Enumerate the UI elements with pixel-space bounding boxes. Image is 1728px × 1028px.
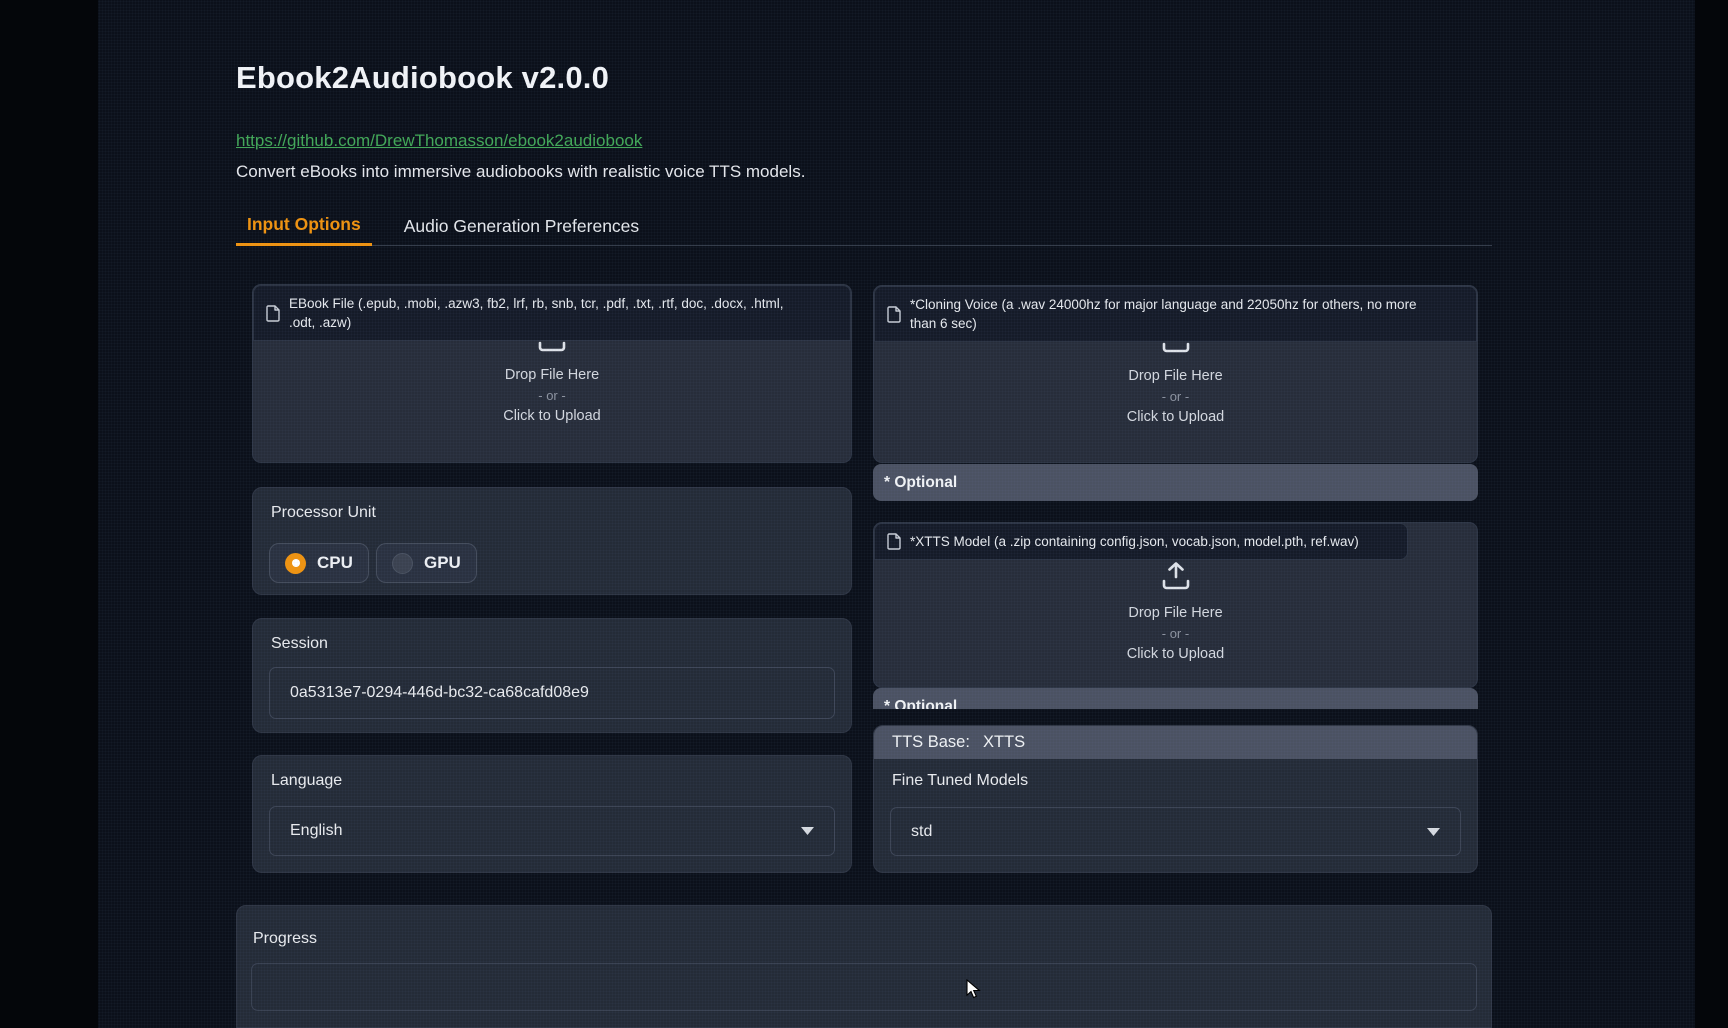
- xtts-drop-zone[interactable]: Drop File Here - or - Click to Upload: [875, 559, 1476, 686]
- language-panel: Language English: [252, 755, 852, 873]
- or-text: - or -: [1162, 389, 1189, 404]
- click-to-upload-text[interactable]: Click to Upload: [1127, 646, 1225, 662]
- language-label: Language: [271, 772, 342, 790]
- chevron-down-icon: [1427, 828, 1440, 836]
- cloning-drop-zone[interactable]: Drop File Here - or - Click to Upload: [875, 341, 1476, 461]
- progress-panel: Progress: [236, 905, 1492, 1028]
- tab-bar: Input Options Audio Generation Preferenc…: [236, 206, 1492, 246]
- xtts-model-label-text: *XTTS Model (a .zip containing config.js…: [910, 532, 1359, 551]
- optional-badge-xtts: * Optional: [873, 688, 1478, 709]
- tab-input-options[interactable]: Input Options: [236, 206, 372, 246]
- tts-base-label: TTS Base:: [892, 733, 970, 752]
- language-dropdown[interactable]: English: [269, 806, 835, 856]
- radio-gpu[interactable]: GPU: [376, 543, 477, 583]
- tts-base-header: TTS Base: XTTS: [874, 726, 1477, 759]
- cloning-voice-label-line1: *Cloning Voice (a .wav 24000hz for major…: [910, 295, 1417, 314]
- xtts-model-label: *XTTS Model (a .zip containing config.js…: [874, 523, 1408, 560]
- file-icon: [887, 306, 901, 323]
- session-input[interactable]: 0a5313e7-0294-446d-bc32-ca68cafd08e9: [269, 667, 835, 719]
- file-icon: [266, 305, 280, 322]
- ebook-file-upload[interactable]: EBook File (.epub, .mobi, .azw3, fb2, lr…: [252, 284, 852, 463]
- upload-icon: [1159, 561, 1193, 596]
- github-link[interactable]: https://github.com/DrewThomasson/ebook2a…: [236, 131, 642, 151]
- session-label: Session: [271, 635, 328, 653]
- processor-unit-label: Processor Unit: [271, 504, 376, 522]
- ebook-drop-zone[interactable]: Drop File Here - or - Click to Upload: [254, 340, 850, 461]
- drop-file-here-text: Drop File Here: [1128, 605, 1222, 621]
- optional-badge-xtts-clipped: * Optional: [873, 688, 1478, 709]
- upload-icon: [535, 340, 569, 358]
- mouse-cursor: [966, 979, 981, 1005]
- ebook-file-label-line1: EBook File (.epub, .mobi, .azw3, fb2, lr…: [289, 294, 783, 313]
- drop-file-here-text: Drop File Here: [1128, 368, 1222, 384]
- optional-badge-cloning: * Optional: [873, 464, 1478, 501]
- radio-cpu[interactable]: CPU: [269, 543, 369, 583]
- file-icon: [887, 533, 901, 550]
- session-panel: Session 0a5313e7-0294-446d-bc32-ca68cafd…: [252, 618, 852, 733]
- app-tagline: Convert eBooks into immersive audiobooks…: [236, 162, 805, 182]
- ebook-file-label: EBook File (.epub, .mobi, .azw3, fb2, lr…: [253, 285, 851, 341]
- or-text: - or -: [1162, 626, 1189, 641]
- cloning-voice-label: *Cloning Voice (a .wav 24000hz for major…: [874, 286, 1477, 342]
- xtts-model-upload[interactable]: *XTTS Model (a .zip containing config.js…: [873, 522, 1478, 688]
- tts-base-value: XTTS: [983, 733, 1025, 752]
- radio-selected-icon: [285, 553, 306, 574]
- upload-icon: [1159, 341, 1193, 359]
- radio-unselected-icon: [392, 553, 413, 574]
- click-to-upload-text[interactable]: Click to Upload: [1127, 409, 1225, 425]
- drop-file-here-text: Drop File Here: [505, 367, 599, 383]
- page-title: Ebook2Audiobook v2.0.0: [236, 60, 609, 96]
- tab-audio-generation-preferences[interactable]: Audio Generation Preferences: [393, 206, 650, 246]
- or-text: - or -: [538, 388, 565, 403]
- cloning-voice-upload[interactable]: *Cloning Voice (a .wav 24000hz for major…: [873, 285, 1478, 463]
- progress-textbox[interactable]: [251, 963, 1477, 1011]
- language-value: English: [290, 822, 342, 840]
- click-to-upload-text[interactable]: Click to Upload: [503, 408, 601, 424]
- tts-base-panel: TTS Base: XTTS Fine Tuned Models std: [873, 725, 1478, 873]
- progress-label: Progress: [253, 930, 317, 948]
- fine-tuned-models-value: std: [911, 823, 932, 841]
- chevron-down-icon: [801, 827, 814, 835]
- radio-gpu-label: GPU: [424, 553, 461, 573]
- fine-tuned-models-dropdown[interactable]: std: [890, 807, 1461, 856]
- processor-unit-panel: Processor Unit CPU GPU: [252, 487, 852, 595]
- fine-tuned-models-label: Fine Tuned Models: [892, 772, 1028, 790]
- radio-cpu-label: CPU: [317, 553, 353, 573]
- ebook-file-label-line2: .odt, .azw): [289, 313, 783, 332]
- app-window: Ebook2Audiobook v2.0.0 https://github.co…: [0, 0, 1728, 1028]
- cloning-voice-label-line2: than 6 sec): [910, 314, 1417, 333]
